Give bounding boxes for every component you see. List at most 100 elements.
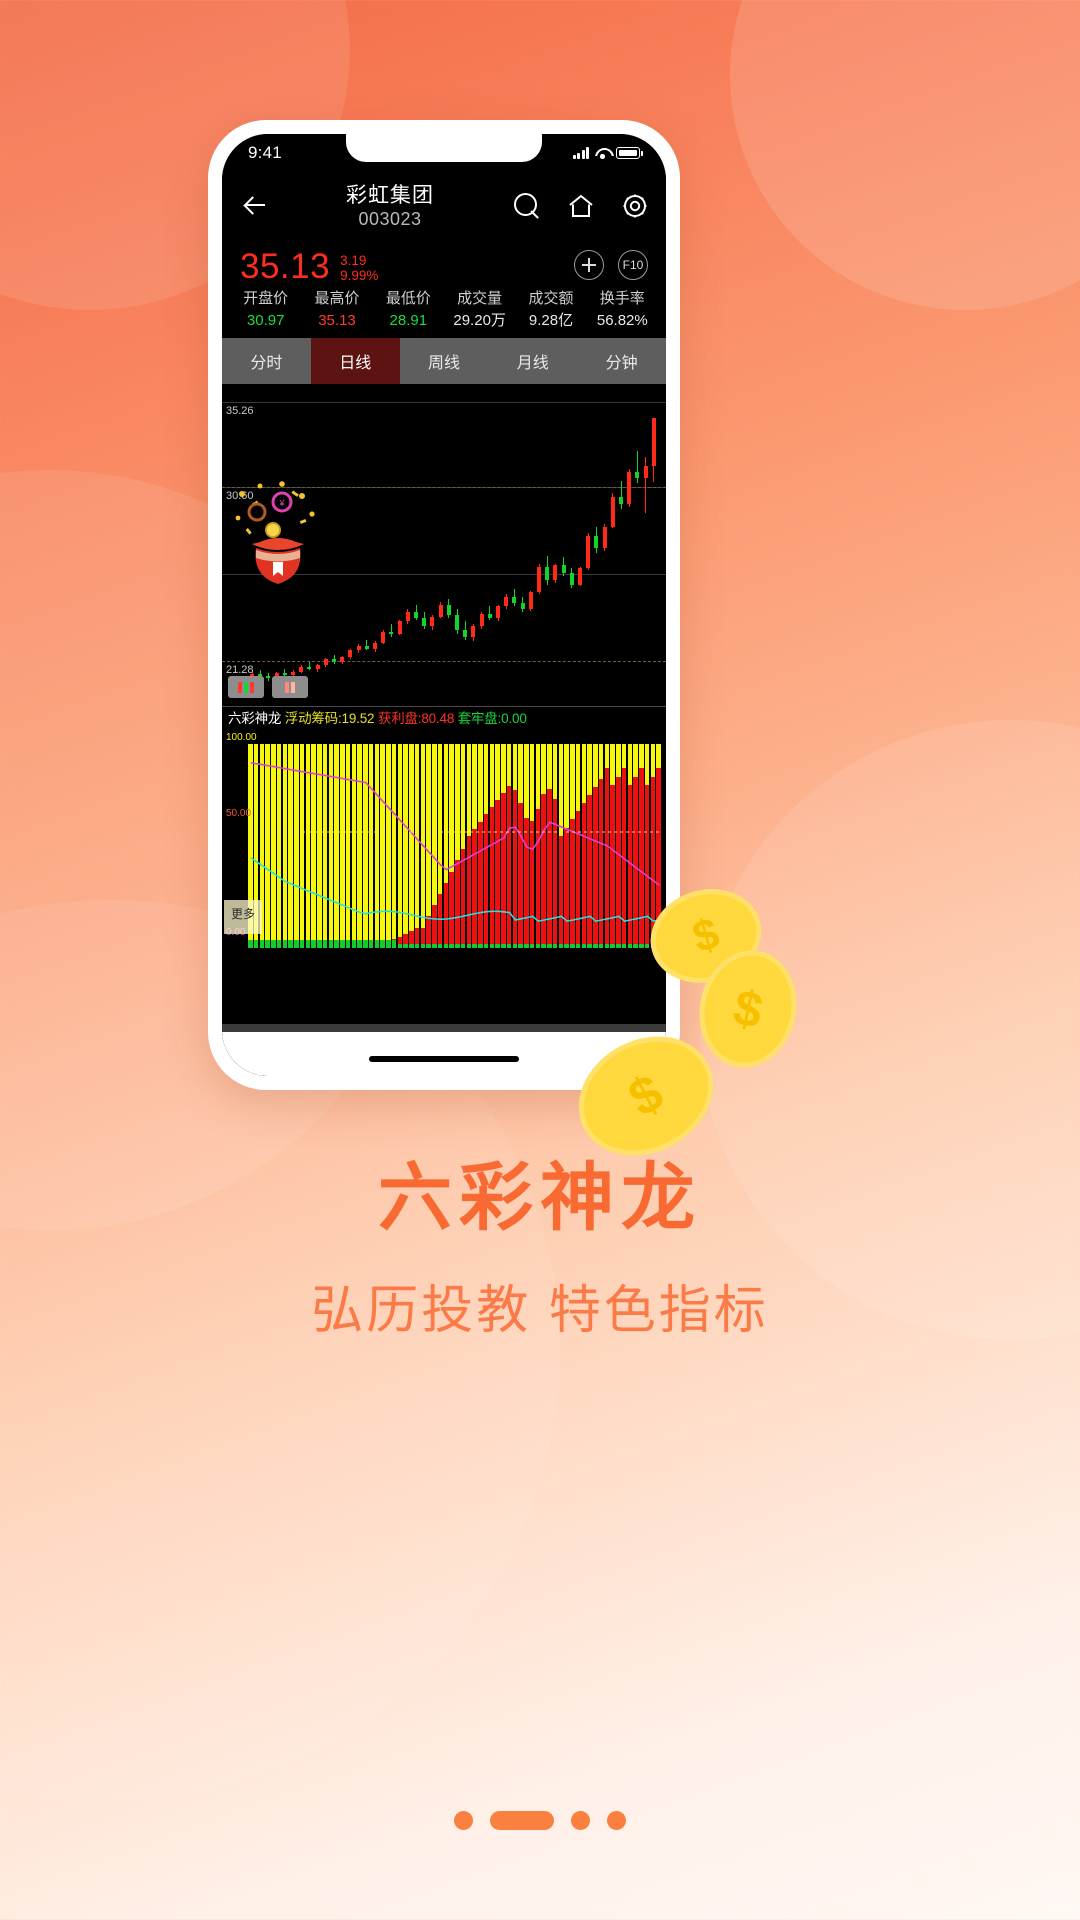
add-to-watchlist-button[interactable] xyxy=(574,250,604,280)
indicator-y-top: 100.00 xyxy=(226,732,257,743)
tab-zhouxian[interactable]: 周线 xyxy=(400,338,489,384)
chart-mini-buttons xyxy=(228,676,308,698)
stats-cell: 28.91 xyxy=(373,310,444,332)
candlestick xyxy=(627,384,632,706)
stats-label-row: 开盘价 最高价 最低价 成交量 成交额 换手率 xyxy=(230,288,658,310)
candlestick xyxy=(553,384,558,706)
candlestick xyxy=(602,384,607,706)
indicator-key-3: 套牢盘: xyxy=(457,711,502,726)
price-change-block: 3.19 9.99% xyxy=(340,253,378,283)
indicator-line-series xyxy=(248,762,662,923)
price-change-percent: 9.99% xyxy=(340,268,379,283)
signal-bars-icon xyxy=(572,147,589,159)
candlestick xyxy=(446,384,451,706)
stats-cell: 换手率 xyxy=(587,288,658,310)
period-tabs: 分时 日线 周线 月线 分钟 xyxy=(222,338,666,384)
app-header: 彩虹集团 003023 xyxy=(222,172,666,236)
home-icon[interactable] xyxy=(566,191,596,221)
pager-dot[interactable] xyxy=(607,1811,626,1830)
tab-fenzhong[interactable]: 分钟 xyxy=(577,338,666,384)
pager-dot[interactable] xyxy=(454,1811,473,1830)
stats-cell: 开盘价 xyxy=(230,288,301,310)
candlestick xyxy=(356,384,361,706)
indicator-name: 六彩神龙 xyxy=(228,711,282,726)
candlestick xyxy=(332,384,336,706)
candlestick xyxy=(578,384,582,706)
candlestick xyxy=(586,384,591,706)
candlestick xyxy=(258,384,263,706)
tab-yuexian[interactable]: 月线 xyxy=(488,338,577,384)
candlestick xyxy=(643,384,648,706)
stats-cell: 最低价 xyxy=(373,288,444,310)
pager-dot-active[interactable] xyxy=(490,1811,554,1830)
candlestick xyxy=(315,384,320,706)
stats-table: 开盘价 最高价 最低价 成交量 成交额 换手率 30.97 35.13 28.9… xyxy=(222,286,666,338)
stock-code: 003023 xyxy=(358,208,422,229)
status-bar: 9:41 xyxy=(222,134,666,172)
pager-dots xyxy=(0,1811,1080,1830)
status-bar-indicators xyxy=(572,147,643,159)
page-title: 彩虹集团 003023 xyxy=(274,183,506,230)
candlestick xyxy=(373,384,377,706)
stat-label: 最低价 xyxy=(385,290,431,307)
phone-screen: 9:41 彩虹集团 003023 35.13 3.19 9.99% F10 开盘… xyxy=(222,134,666,1076)
price-chart[interactable]: 35.26 30.60 21.28 ¥ xyxy=(222,384,666,706)
pager-dot[interactable] xyxy=(571,1811,590,1830)
candlestick xyxy=(266,384,271,706)
candlestick xyxy=(635,384,640,706)
indicator-header: 六彩神龙 浮动筹码:19.52 获利盘:80.48 套牢盘:0.00 xyxy=(222,706,666,730)
more-button[interactable]: 更多 xyxy=(224,900,262,934)
gear-icon[interactable] xyxy=(620,191,650,221)
candlestick xyxy=(610,384,615,706)
stats-value-row: 30.97 35.13 28.91 29.20万 9.28亿 56.82% xyxy=(230,310,658,332)
battery-icon xyxy=(616,147,643,159)
stats-cell: 最高价 xyxy=(301,288,372,310)
wifi-icon xyxy=(595,147,610,159)
stock-detail-app: 彩虹集团 003023 35.13 3.19 9.99% F10 开盘价 最高价… xyxy=(222,172,666,1076)
stat-value: 9.28亿 xyxy=(528,312,574,329)
candlestick xyxy=(348,384,353,706)
candlestick xyxy=(299,384,304,706)
marketing-subtitle: 弘历投教 特色指标 xyxy=(311,1282,769,1340)
candlestick xyxy=(561,384,566,706)
last-price: 35.13 xyxy=(240,247,331,286)
candlestick xyxy=(389,384,394,706)
candlestick xyxy=(520,384,525,706)
stat-value: 35.13 xyxy=(318,312,356,329)
chart-toggle-button[interactable] xyxy=(228,676,264,698)
indicator-chart[interactable]: 100.00 50.00 0.00 更多 xyxy=(222,730,666,948)
tab-rixian[interactable]: 日线 xyxy=(310,338,400,384)
stats-cell: 56.82% xyxy=(587,310,658,332)
f10-button[interactable]: F10 xyxy=(618,250,648,280)
stats-cell: 成交量 xyxy=(444,288,515,310)
candlestick xyxy=(487,384,492,706)
indicator-value-2: 80.48 xyxy=(421,711,455,726)
indicator-value-3: 0.00 xyxy=(501,711,527,726)
chart-toggle-button[interactable] xyxy=(272,676,308,698)
stat-label: 换手率 xyxy=(599,290,645,307)
stat-label: 最高价 xyxy=(314,290,360,307)
stat-label: 成交量 xyxy=(457,290,503,307)
price-change: 3.19 xyxy=(340,253,367,268)
candlestick xyxy=(405,384,410,706)
candlestick xyxy=(537,384,541,706)
candlestick xyxy=(479,384,484,706)
candlestick xyxy=(323,384,328,706)
notch-hardware xyxy=(357,137,532,157)
candlestick xyxy=(528,384,533,706)
candlestick xyxy=(250,384,254,706)
stat-value: 30.97 xyxy=(246,312,285,329)
marketing-title: 六彩神龙 xyxy=(378,1156,702,1239)
tab-fenshi[interactable]: 分时 xyxy=(222,338,311,384)
search-icon[interactable] xyxy=(512,191,542,221)
candlestick xyxy=(430,384,435,706)
candlestick xyxy=(463,384,468,706)
candlestick xyxy=(307,384,312,706)
quote-summary: 35.13 3.19 9.99% F10 xyxy=(222,236,666,286)
back-arrow-icon[interactable] xyxy=(238,189,272,223)
home-indicator xyxy=(369,1056,519,1062)
candlestick xyxy=(422,384,427,706)
candlestick xyxy=(512,384,517,706)
candlestick xyxy=(471,384,476,706)
candlestick-series xyxy=(222,384,666,706)
